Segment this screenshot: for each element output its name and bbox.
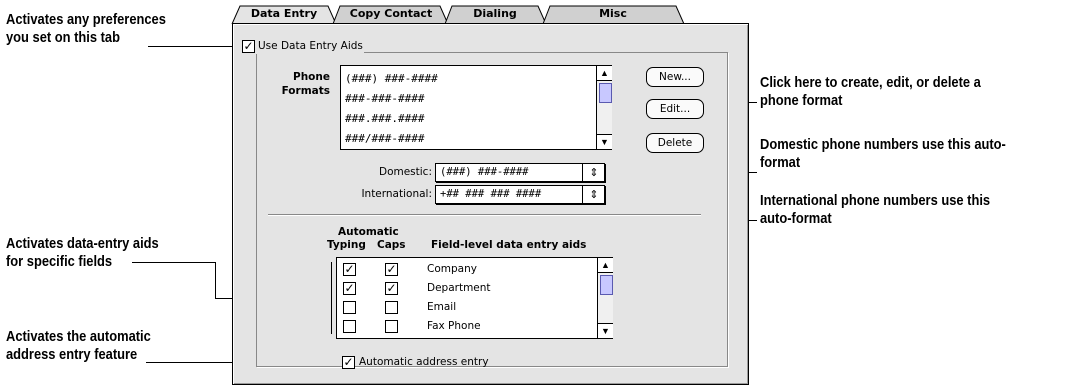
field-name: Department xyxy=(427,282,491,294)
callout-text: International phone numbers use this xyxy=(760,192,991,209)
callout-auto-address: Activates the automatic address entry fe… xyxy=(6,328,151,364)
scroll-thumb[interactable] xyxy=(599,83,612,103)
checkmark-icon: ✓ xyxy=(344,262,355,276)
international-label: International: xyxy=(361,188,432,200)
scroll-thumb[interactable] xyxy=(600,275,613,295)
table-row[interactable]: ✓ ✓ Department xyxy=(337,279,596,298)
header-automatic: Automatic xyxy=(338,226,399,238)
field-name: Company xyxy=(427,263,477,275)
callout-text: Domestic phone numbers use this auto- xyxy=(760,136,1006,153)
scroll-up-icon[interactable]: ▲ xyxy=(598,258,613,273)
international-value: +## ### ### #### xyxy=(440,188,542,200)
list-item[interactable]: ###-###-#### xyxy=(345,89,438,109)
typing-checkbox[interactable] xyxy=(343,301,356,314)
callout-text: auto-format xyxy=(760,210,832,227)
callout-text: Click here to create, edit, or delete a xyxy=(760,74,981,91)
delete-button[interactable]: Delete xyxy=(646,133,704,153)
caps-checkbox[interactable]: ✓ xyxy=(385,263,398,276)
checkmark-icon: ✓ xyxy=(243,39,254,53)
label-text: Phone xyxy=(293,71,330,83)
table-row[interactable]: Email xyxy=(337,298,596,317)
domestic-popup[interactable]: (###) ###-#### ⇕ xyxy=(435,163,605,182)
automatic-address-row: ✓ Automatic address entry xyxy=(342,356,542,370)
leader-line xyxy=(331,262,332,334)
popup-arrows-icon: ⇕ xyxy=(582,186,605,203)
use-data-entry-aids-checkbox[interactable]: ✓ xyxy=(242,40,255,53)
header-fields: Field-level data entry aids xyxy=(431,239,587,251)
callout-text: you set on this tab xyxy=(6,29,120,46)
new-button[interactable]: New... xyxy=(646,67,704,87)
callout-use-aids: Activates any preferences you set on thi… xyxy=(6,11,166,47)
checkmark-icon: ✓ xyxy=(344,281,355,295)
leader-line xyxy=(215,262,216,299)
callout-text: Activates the automatic xyxy=(6,328,151,345)
list-item[interactable]: ###.###.#### xyxy=(345,109,438,129)
field-aids-scrollbar[interactable]: ▲ ▼ xyxy=(597,258,613,338)
caps-checkbox[interactable] xyxy=(385,301,398,314)
automatic-address-label: Automatic address entry xyxy=(359,356,489,368)
caps-checkbox[interactable] xyxy=(385,320,398,333)
popup-arrows-icon: ⇕ xyxy=(582,164,605,181)
typing-checkbox[interactable]: ✓ xyxy=(343,282,356,295)
tab-label: Data Entry xyxy=(250,7,318,20)
tab-label: Misc xyxy=(599,7,627,20)
typing-checkbox[interactable]: ✓ xyxy=(343,263,356,276)
group-title: ✓ Use Data Entry Aids xyxy=(242,40,364,54)
scroll-down-icon[interactable]: ▼ xyxy=(598,323,613,338)
domestic-label: Domestic: xyxy=(378,166,432,178)
tab-copy-contact[interactable]: Copy Contact xyxy=(336,4,446,24)
tab-label: Copy Contact xyxy=(349,7,433,20)
callout-domestic: Domestic phone numbers use this auto- fo… xyxy=(760,136,1006,172)
use-data-entry-aids-label: Use Data Entry Aids xyxy=(258,40,363,52)
tab-dialing[interactable]: Dialing xyxy=(448,4,542,24)
field-name: Email xyxy=(427,301,457,313)
separator xyxy=(268,214,701,215)
caps-checkbox[interactable]: ✓ xyxy=(385,282,398,295)
checkmark-icon: ✓ xyxy=(386,262,397,276)
scroll-down-icon[interactable]: ▼ xyxy=(597,134,612,149)
header-caps: Caps xyxy=(377,239,406,251)
tab-label: Dialing xyxy=(473,7,517,20)
leader-line xyxy=(132,262,216,263)
callout-text: Activates data-entry aids xyxy=(6,235,159,252)
phone-formats-list[interactable]: (###) ###-#### ###-###-#### ###.###.####… xyxy=(340,65,612,150)
automatic-address-checkbox[interactable]: ✓ xyxy=(342,356,355,369)
table-row[interactable]: Fax Phone xyxy=(337,317,596,336)
tab-data-entry[interactable]: Data Entry xyxy=(234,4,334,24)
list-item[interactable]: ###/###-#### xyxy=(345,129,438,149)
edit-button[interactable]: Edit... xyxy=(646,99,704,119)
callout-text: Activates any preferences xyxy=(6,11,166,28)
callout-text: phone format xyxy=(760,92,843,109)
phone-formats-scrollbar[interactable]: ▲ ▼ xyxy=(596,66,612,149)
callout-field-aids: Activates data-entry aids for specific f… xyxy=(6,235,159,271)
callout-international: International phone numbers use this aut… xyxy=(760,192,990,228)
domestic-value: (###) ###-#### xyxy=(440,166,529,178)
field-aids-list[interactable]: ✓ ✓ Company ✓ ✓ Department Email Fax Pho… xyxy=(336,257,613,339)
callout-text: address entry feature xyxy=(6,346,138,363)
tab-misc[interactable]: Misc xyxy=(548,4,678,24)
scroll-up-icon[interactable]: ▲ xyxy=(597,66,612,81)
table-row[interactable]: ✓ ✓ Company xyxy=(337,260,596,279)
callout-phone-format: Click here to create, edit, or delete a … xyxy=(760,74,981,110)
phone-formats-label: Phone Formats xyxy=(268,70,330,98)
checkmark-icon: ✓ xyxy=(386,281,397,295)
callout-text: format xyxy=(760,154,801,171)
international-popup[interactable]: +## ### ### #### ⇕ xyxy=(435,185,605,204)
field-name: Fax Phone xyxy=(427,320,481,332)
list-item[interactable]: (###) ###-#### xyxy=(345,69,438,89)
typing-checkbox[interactable] xyxy=(343,320,356,333)
label-text: Formats xyxy=(281,85,330,97)
checkmark-icon: ✓ xyxy=(343,355,354,369)
leader-line xyxy=(148,46,240,47)
header-typing: Typing xyxy=(327,239,366,251)
